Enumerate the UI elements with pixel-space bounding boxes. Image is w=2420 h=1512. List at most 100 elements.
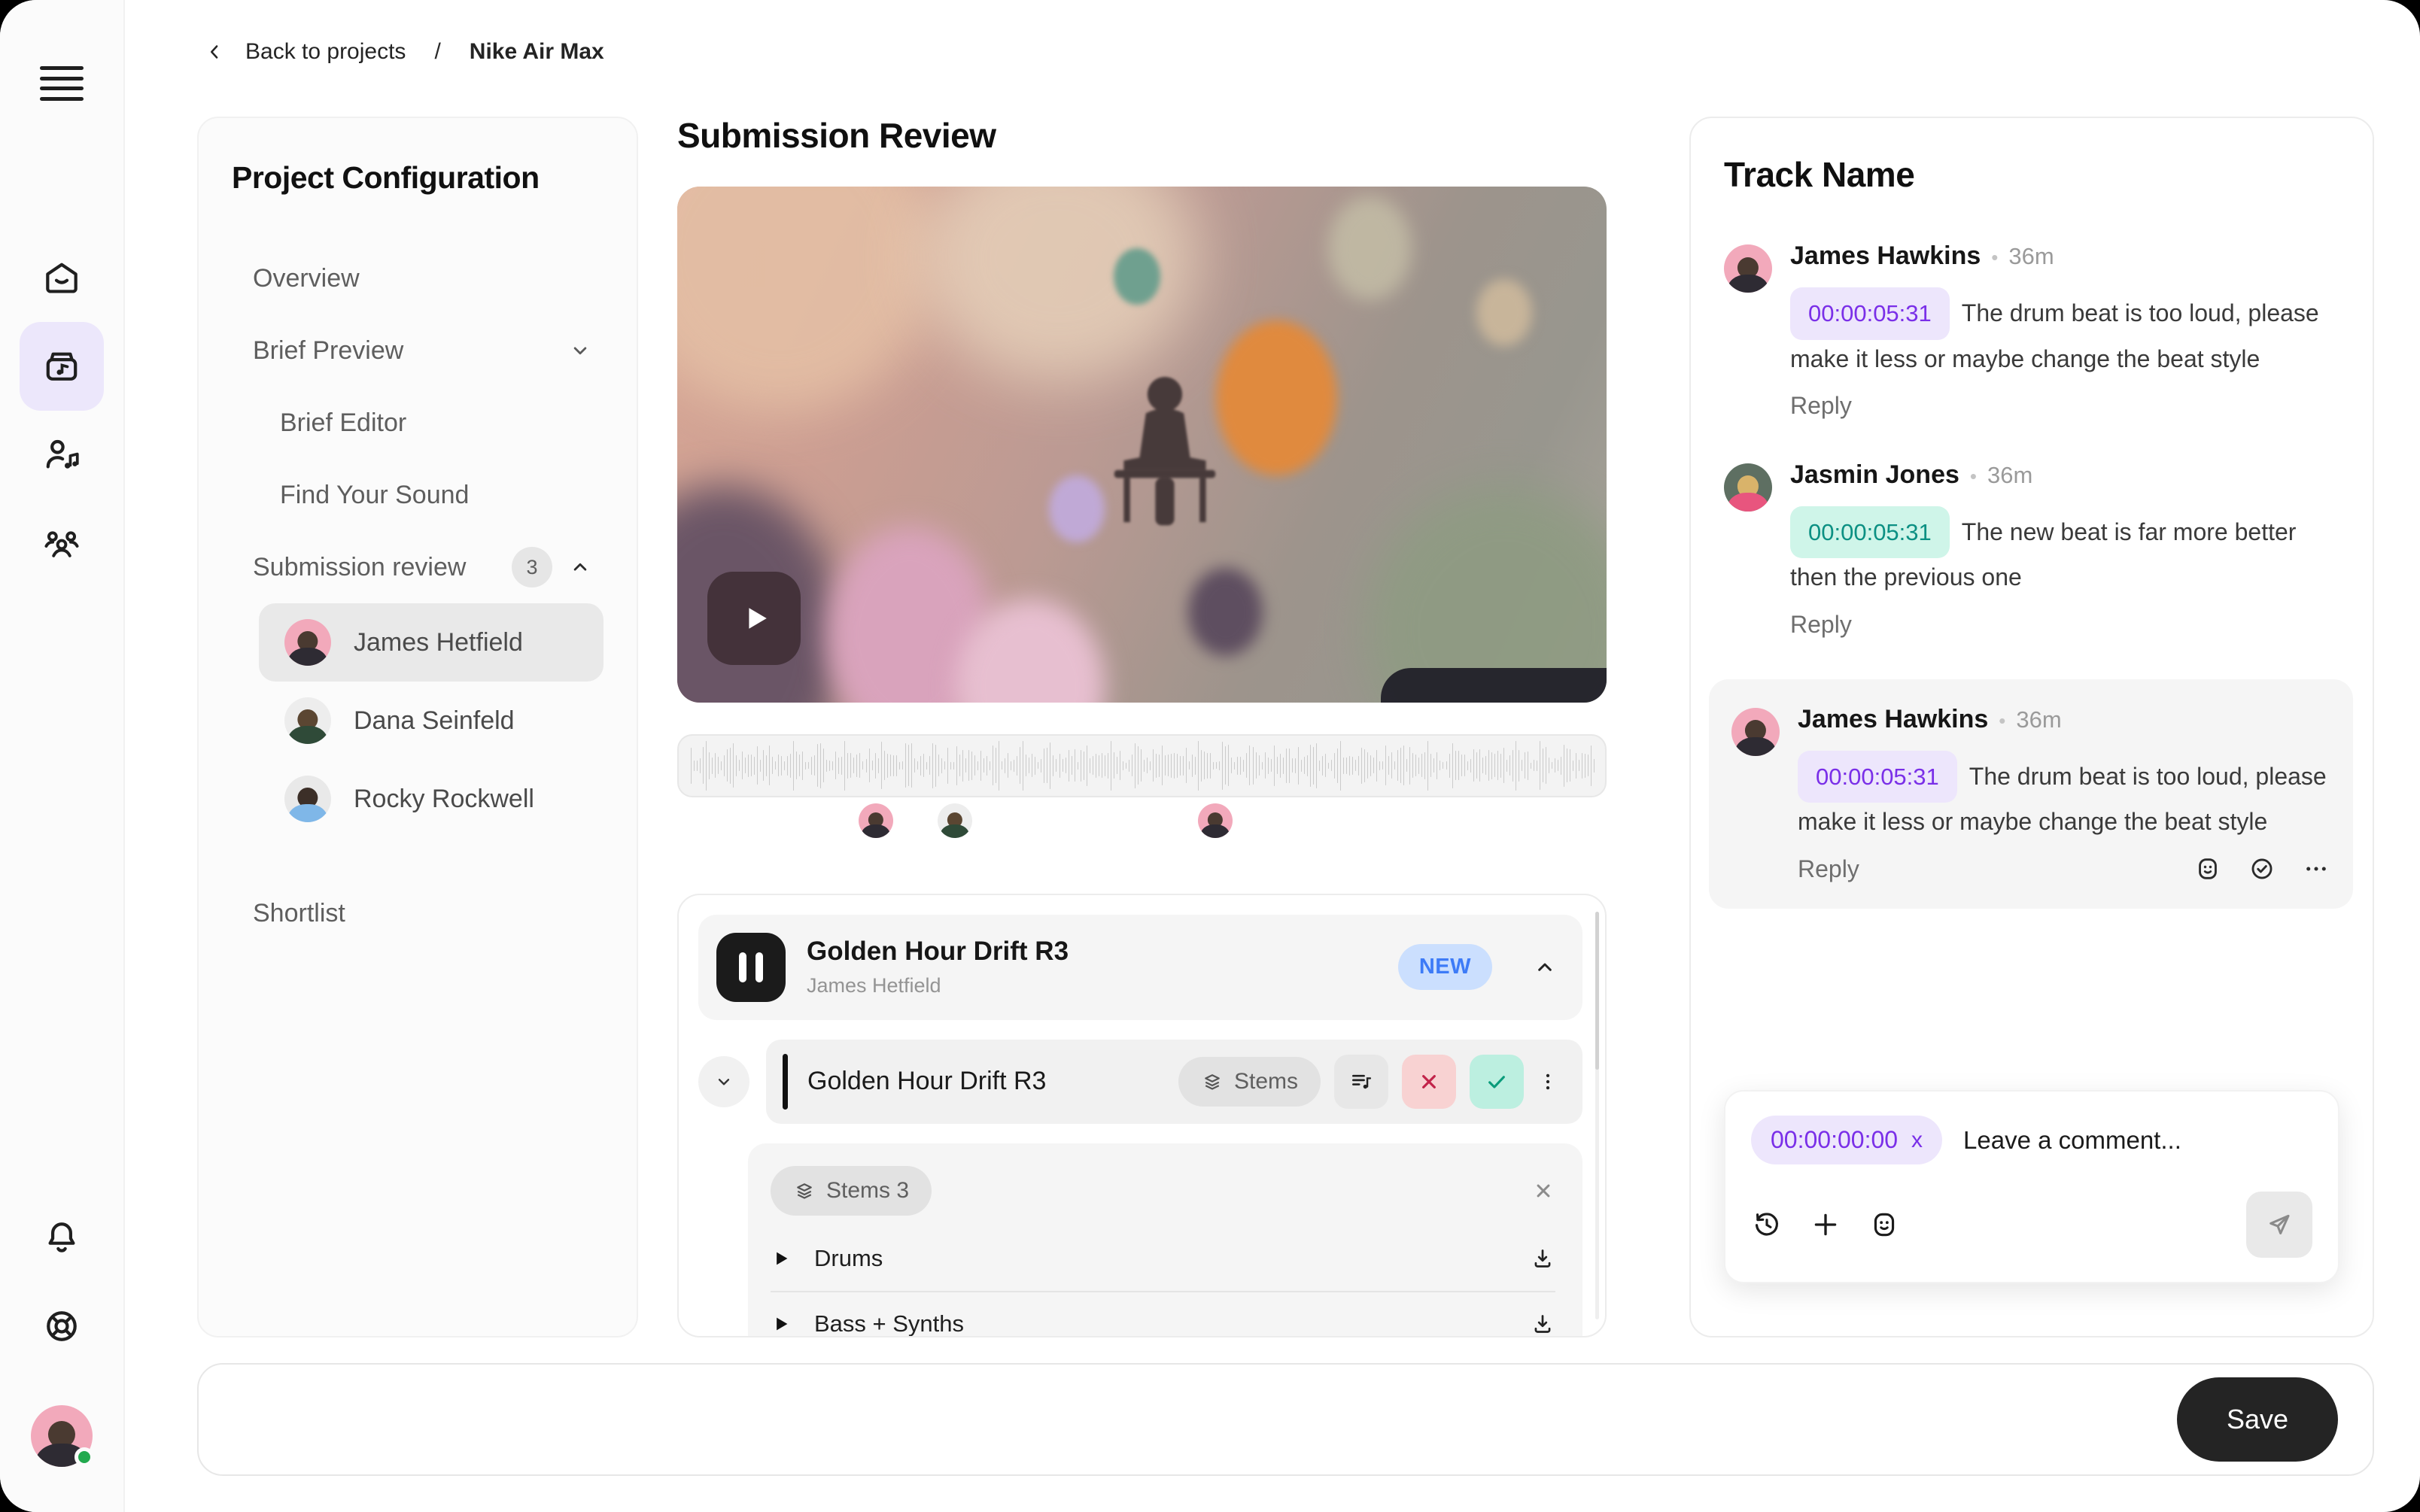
x-icon: [1416, 1069, 1442, 1095]
reply-link[interactable]: Reply: [1790, 611, 1852, 639]
avatar: [1731, 708, 1780, 756]
dot-separator: •: [1991, 246, 1998, 269]
comments-panel: Track Name James Hawkins • 36m 00:00:05:…: [1689, 117, 2374, 1337]
resolve-check-circle-icon[interactable]: [2248, 855, 2276, 883]
video-watermark: [1381, 668, 1607, 703]
comment-marker-avatar[interactable]: [938, 803, 972, 838]
waveform-comment-markers: [677, 803, 1607, 846]
comment-composer[interactable]: 00:00:00:00 x Leave a comment...: [1724, 1090, 2339, 1283]
plus-icon[interactable]: [1810, 1209, 1841, 1240]
avatar: [1724, 463, 1772, 512]
video-player[interactable]: [677, 187, 1607, 703]
composer-timestamp-badge[interactable]: 00:00:00:00 x: [1751, 1116, 1942, 1164]
new-badge: NEW: [1398, 944, 1492, 990]
page-title: Submission Review: [677, 117, 1607, 155]
chevron-down-icon: [569, 339, 591, 362]
expand-version-button[interactable]: [698, 1056, 749, 1107]
layers-icon: [793, 1180, 816, 1202]
back-chevron-icon[interactable]: [203, 41, 226, 63]
dot-separator: •: [1970, 465, 1977, 488]
chevron-down-icon: [714, 1072, 734, 1091]
sidebar-item-artists[interactable]: [20, 411, 104, 499]
submission-review-section: Submission Review: [677, 117, 1607, 1337]
comment-input[interactable]: Leave a comment...: [1963, 1126, 2312, 1155]
breadcrumb-current: Nike Air Max: [470, 39, 604, 65]
breadcrumb-back[interactable]: Back to projects: [245, 39, 406, 65]
play-icon: [739, 601, 774, 636]
scrollbar-thumb[interactable]: [1595, 912, 1599, 1070]
sidebar-item-notifications[interactable]: [20, 1193, 104, 1282]
sidebar-item-library[interactable]: [20, 322, 104, 411]
sidebar-item-help[interactable]: [20, 1282, 104, 1371]
artist-icon: [41, 434, 83, 476]
reply-link[interactable]: Reply: [1798, 855, 1859, 883]
version-row: Golden Hour Drift R3 Stems: [766, 1040, 1582, 1124]
queue-music-icon: [1348, 1069, 1374, 1095]
play-icon[interactable]: [771, 1313, 792, 1334]
breadcrumb: Back to projects / Nike Air Max: [203, 39, 604, 65]
kebab-icon: [1537, 1070, 1559, 1093]
version-title: Golden Hour Drift R3: [807, 1067, 1178, 1096]
track-card: Golden Hour Drift R3 James Hetfield NEW …: [677, 894, 1607, 1337]
submission-count-badge: 3: [512, 547, 552, 587]
nav-item-shortlist[interactable]: Shortlist: [232, 877, 603, 949]
version-indicator-bar: [783, 1054, 788, 1110]
dot-separator: •: [1999, 709, 2005, 733]
collapse-chevron-up-icon[interactable]: [1533, 955, 1557, 979]
profile-avatar[interactable]: [31, 1405, 93, 1467]
add-to-queue-button[interactable]: [1334, 1055, 1388, 1109]
nav-item-overview[interactable]: Overview: [232, 242, 603, 314]
save-button[interactable]: Save: [2177, 1377, 2338, 1462]
nav-item-brief-preview[interactable]: Brief Preview: [232, 314, 603, 387]
more-options-button[interactable]: [1531, 1055, 1564, 1109]
comment-time: 36m: [2008, 243, 2054, 270]
online-status-dot: [74, 1447, 94, 1467]
nav-item-find-your-sound[interactable]: Find Your Sound: [232, 459, 603, 531]
stems-count-pill: Stems 3: [771, 1166, 932, 1216]
avatar: [284, 697, 331, 744]
comment-time: 36m: [2016, 706, 2061, 733]
download-icon[interactable]: [1530, 1246, 1555, 1271]
menu-icon[interactable]: [40, 66, 84, 101]
emoji-reaction-icon[interactable]: [2194, 855, 2222, 883]
stems-button[interactable]: Stems: [1178, 1057, 1321, 1107]
emoji-icon[interactable]: [1868, 1209, 1900, 1240]
timestamp-badge[interactable]: 00:00:05:31: [1790, 287, 1950, 340]
comment-marker-avatar[interactable]: [859, 803, 893, 838]
bell-icon: [41, 1216, 83, 1258]
pause-button[interactable]: [716, 933, 786, 1002]
history-icon[interactable]: [1751, 1209, 1783, 1240]
play-button[interactable]: [707, 572, 801, 665]
comment-author: Jasmin Jones: [1790, 460, 1959, 490]
sidebar: [0, 0, 125, 1512]
clear-timestamp-icon[interactable]: x: [1911, 1129, 1923, 1152]
stems-panel: Stems 3 Drums Ba: [748, 1143, 1582, 1337]
play-icon[interactable]: [771, 1248, 792, 1269]
close-icon[interactable]: [1531, 1179, 1555, 1203]
submission-member-dana-seinfeld[interactable]: Dana Seinfeld: [259, 682, 603, 760]
send-button[interactable]: [2246, 1192, 2312, 1258]
nav-item-submission-review[interactable]: Submission review 3: [232, 531, 603, 603]
timestamp-badge[interactable]: 00:00:05:31: [1798, 751, 1957, 803]
stem-row-drums: Drums: [771, 1226, 1555, 1291]
layers-icon: [1201, 1070, 1224, 1093]
music-library-icon: [41, 345, 83, 387]
timestamp-badge[interactable]: 00:00:05:31: [1790, 506, 1950, 559]
sidebar-item-home[interactable]: [20, 233, 104, 322]
track-artist: James Hetfield: [807, 974, 1377, 997]
app-window: Back to projects / Nike Air Max Project …: [0, 0, 2420, 1512]
approve-button[interactable]: [1470, 1055, 1524, 1109]
ellipsis-icon[interactable]: [2302, 855, 2330, 883]
reply-link[interactable]: Reply: [1790, 392, 1852, 420]
panel-title: Project Configuration: [232, 160, 603, 196]
submission-member-rocky-rockwell[interactable]: Rocky Rockwell: [259, 760, 603, 838]
download-icon[interactable]: [1530, 1311, 1555, 1337]
comment-marker-avatar[interactable]: [1198, 803, 1233, 838]
sidebar-item-community[interactable]: [20, 499, 104, 588]
comment-time: 36m: [1987, 462, 2032, 489]
reject-button[interactable]: [1402, 1055, 1456, 1109]
waveform-scrubber[interactable]: [677, 734, 1607, 797]
nav-item-brief-editor[interactable]: Brief Editor: [232, 387, 603, 459]
track-header: Golden Hour Drift R3 James Hetfield NEW: [698, 915, 1582, 1020]
submission-member-james-hetfield[interactable]: James Hetfield: [259, 603, 603, 682]
